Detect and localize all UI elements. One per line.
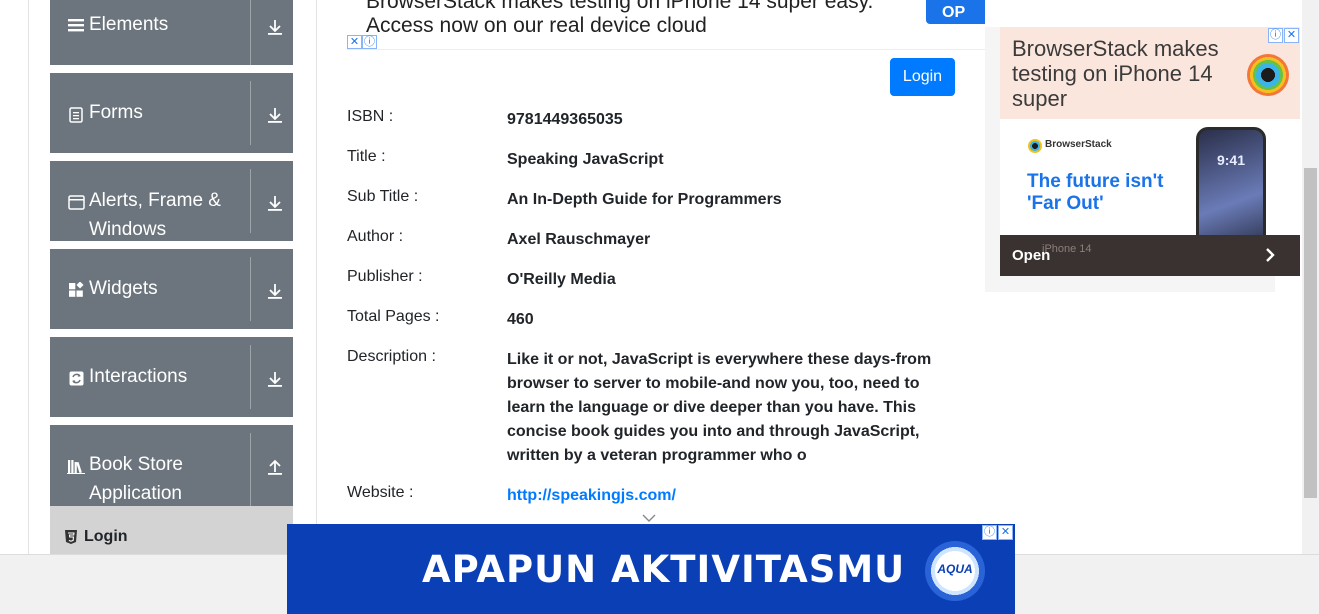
sidebar-group-label: Widgets	[89, 278, 158, 299]
books-icon	[67, 457, 85, 475]
login-button[interactable]: Login	[890, 58, 955, 96]
field-value: Like it or not, JavaScript is everywhere…	[507, 351, 932, 464]
window-icon	[67, 193, 85, 211]
group-separator	[250, 169, 251, 233]
download-arrow-icon[interactable]	[265, 105, 285, 125]
ad-line: Access now on our real device cloud	[366, 14, 707, 37]
ad-tagline: The future isn't 'Far Out'	[1027, 171, 1164, 214]
ad-footer[interactable]: Open iPhone 14	[1000, 235, 1300, 276]
sidebar-group-label: Elements	[89, 14, 169, 35]
ad-header: BrowserStack makes testing on iPhone 14 …	[1000, 27, 1300, 119]
ad-cta-button[interactable]: OP	[926, 0, 985, 24]
adchoices[interactable]: ✕ ⓘ	[347, 35, 379, 49]
sidebar-group-interactions[interactable]: Interactions	[50, 337, 293, 417]
download-arrow-icon[interactable]	[265, 369, 285, 389]
ad-slogan: APAPUN AKTIVITASMU	[422, 548, 906, 591]
field-label: Publisher :	[347, 268, 423, 285]
field-label: Title :	[347, 148, 386, 165]
ad-brand: BrowserStack	[1045, 139, 1112, 150]
chevron-right-icon[interactable]	[1264, 247, 1276, 263]
field-label: Description :	[347, 348, 436, 365]
group-separator	[250, 433, 251, 506]
form-icon	[67, 106, 85, 124]
sidebar-item-label: Login	[84, 528, 128, 545]
phone-clock: 9:41	[1216, 152, 1246, 168]
field-value: 460	[507, 311, 534, 328]
scrollbar-thumb[interactable]	[1304, 168, 1317, 498]
field-label: Author :	[347, 228, 404, 245]
field-label: ISBN :	[347, 108, 394, 125]
ad-logo-text: AQUA	[937, 562, 973, 576]
right-side-ad[interactable]: BrowserStack makes testing on iPhone 14 …	[985, 27, 1300, 292]
book-field-publisher: Publisher : O'Reilly Media	[347, 268, 957, 292]
group-separator	[250, 81, 251, 145]
top-banner-ad[interactable]: BrowserStack makes testing on iPhone 14 …	[347, 0, 985, 50]
ad-headline: BrowserStack makes testing on iPhone 14 …	[1012, 36, 1219, 111]
info-icon[interactable]: ⓘ	[1268, 28, 1283, 43]
field-label: Website :	[347, 484, 414, 501]
book-field-author: Author : Axel Rauschmayer	[347, 228, 957, 252]
close-icon[interactable]: ✕	[1284, 28, 1299, 43]
bottom-banner-ad[interactable]: APAPUN AKTIVITASMU AQUA	[287, 524, 1015, 614]
book-field-isbn: ISBN : 9781449365035	[347, 108, 957, 132]
group-separator	[250, 345, 251, 409]
sidebar-group-label: Interactions	[89, 366, 188, 387]
download-arrow-icon[interactable]	[265, 193, 285, 213]
field-value: Axel Rauschmayer	[507, 231, 651, 248]
ad-line: BrowserStack makes testing on iPhone 14 …	[366, 0, 874, 13]
field-value: An In-Depth Guide for Programmers	[507, 191, 782, 208]
close-icon[interactable]: ✕	[998, 525, 1013, 540]
group-separator	[250, 257, 251, 321]
field-label: Total Pages :	[347, 308, 440, 325]
sidebar-group-elements[interactable]: Elements	[50, 0, 293, 65]
book-field-description: Description : Like it or not, JavaScript…	[347, 348, 957, 468]
group-separator	[250, 0, 251, 65]
interactions-icon	[67, 369, 85, 387]
download-arrow-icon[interactable]	[265, 281, 285, 301]
html-shield-icon	[64, 530, 78, 544]
sidebar-item-login[interactable]: Login	[50, 506, 293, 554]
sidebar-divider	[316, 0, 317, 554]
book-field-website: Website : http://speakingjs.com/	[347, 484, 957, 508]
book-detail-page: Elements Forms Alerts, Frame & Windows W…	[0, 0, 1319, 614]
book-field-title: Title : Speaking JavaScript	[347, 148, 957, 172]
book-field-subtitle: Sub Title : An In-Depth Guide for Progra…	[347, 188, 957, 212]
sidebar-group-widgets[interactable]: Widgets	[50, 249, 293, 329]
download-arrow-icon[interactable]	[265, 17, 285, 37]
close-icon[interactable]: ✕	[347, 35, 362, 49]
book-field-total-pages: Total Pages : 460	[347, 308, 957, 332]
sidebar-group-book-store[interactable]: Book Store Application	[50, 425, 293, 506]
widgets-icon	[67, 281, 85, 299]
field-value: Speaking JavaScript	[507, 151, 664, 168]
sidebar-group-label: Alerts, Frame & Windows	[89, 190, 221, 240]
field-value: O'Reilly Media	[507, 271, 616, 288]
chevron-down-icon[interactable]	[641, 510, 657, 522]
browserstack-logo-icon	[1028, 139, 1042, 153]
sidebar-group-alerts[interactable]: Alerts, Frame & Windows	[50, 161, 293, 241]
info-icon[interactable]: ⓘ	[362, 35, 377, 49]
ad-headline: BrowserStack makes testing on iPhone 14 …	[366, 0, 926, 38]
info-icon[interactable]: ⓘ	[982, 525, 997, 540]
field-value: 9781449365035	[507, 111, 623, 128]
browserstack-logo-icon	[1247, 54, 1289, 96]
field-label: Sub Title :	[347, 188, 419, 205]
sidebar-group-label: Forms	[89, 102, 143, 123]
sidebar-group-label: Book Store Application	[89, 454, 183, 504]
ad-caption: iPhone 14	[1042, 243, 1092, 255]
upload-arrow-icon[interactable]	[265, 457, 285, 477]
hamburger-icon	[67, 16, 85, 34]
website-link[interactable]: http://speakingjs.com/	[507, 484, 957, 508]
sidebar-group-forms[interactable]: Forms	[50, 73, 293, 153]
ad-body: BrowserStack The future isn't 'Far Out' …	[1000, 119, 1300, 265]
left-divider	[28, 0, 29, 554]
